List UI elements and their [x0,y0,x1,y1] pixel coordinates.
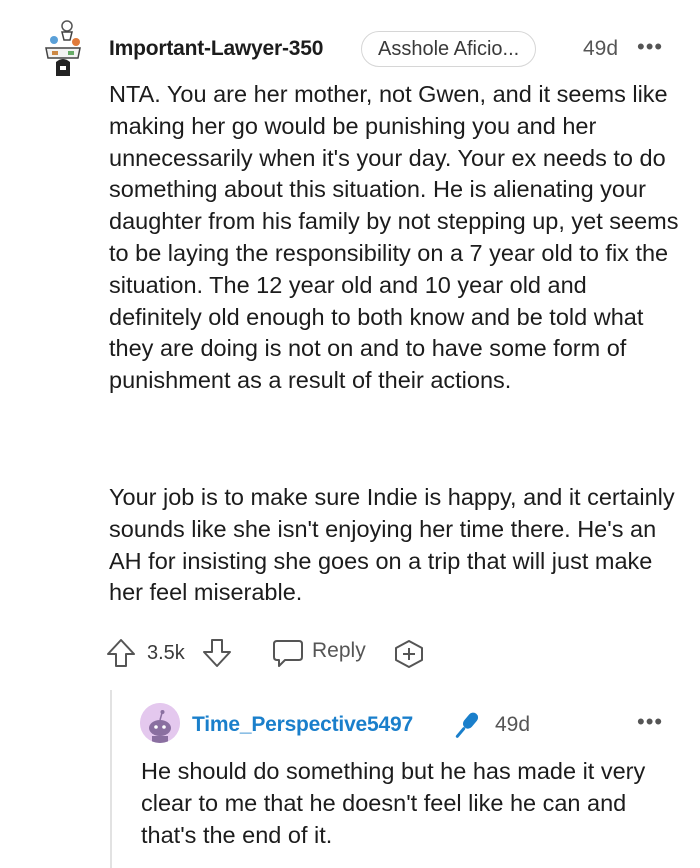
more-options-button[interactable]: ••• [637,34,663,60]
comment-paragraph-2: Your job is to make sure Indie is happy,… [109,484,675,606]
comment-age: 49d [583,37,619,60]
snoo-avatar-icon [140,703,180,743]
reply-text: He should do something but he has made i… [141,758,646,848]
comment-username[interactable]: Important-Lawyer-350 [109,37,323,61]
reply-more-options-button[interactable]: ••• [637,709,663,735]
award-icon[interactable] [393,639,425,669]
thread-line[interactable] [110,690,112,868]
microphone-icon [455,712,479,738]
reply-button[interactable]: Reply [312,639,366,663]
user-flair: Asshole Aficio... [361,31,537,67]
reply-icon[interactable] [271,637,305,669]
reply-age: 49d [495,713,531,736]
downvote-icon[interactable] [201,637,233,669]
vote-score: 3.5k [147,642,185,664]
user-avatar[interactable] [40,18,86,82]
upvote-icon[interactable] [105,637,137,669]
comment-paragraph-1: NTA. You are her mother, not Gwen, and i… [109,81,679,394]
reply-username[interactable]: Time_Perspective5497 [192,713,413,737]
reply-user-avatar[interactable] [140,703,180,743]
